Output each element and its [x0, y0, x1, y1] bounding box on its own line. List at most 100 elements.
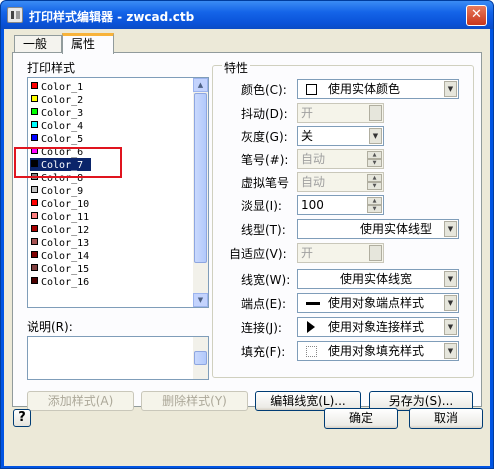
- pen-number-label: 笔号(#):: [241, 153, 289, 167]
- print-style-item[interactable]: Color_9: [30, 184, 83, 197]
- print-style-item[interactable]: Color_5: [30, 132, 83, 145]
- list-scrollbar[interactable]: ▲ ▼: [193, 78, 208, 307]
- line-end-combo[interactable]: 使用对象端点样式 ▼: [297, 293, 459, 313]
- ok-button[interactable]: 确定: [324, 408, 398, 429]
- print-style-item[interactable]: Color_11: [30, 210, 89, 223]
- spin-up-icon[interactable]: ▲: [367, 174, 382, 182]
- color-swatch: [31, 186, 38, 193]
- color-swatch: [31, 108, 38, 115]
- cancel-button[interactable]: 取消: [409, 408, 483, 429]
- scroll-up-button[interactable]: ▲: [193, 78, 208, 92]
- grayscale-combo[interactable]: 关 ▼: [297, 126, 384, 146]
- line-join-label: 连接(J):: [241, 321, 282, 335]
- tab-general[interactable]: 一般: [14, 35, 62, 53]
- color-swatch: [31, 199, 38, 206]
- print-style-item[interactable]: Color_12: [30, 223, 89, 236]
- screening-spinner[interactable]: 100 ▲ ▼: [297, 195, 384, 215]
- description-scrollbar[interactable]: [193, 337, 208, 379]
- chevron-down-icon[interactable]: [369, 245, 382, 261]
- title-bar[interactable]: 打印样式编辑器 - zwcad.ctb ✕: [1, 1, 493, 29]
- scroll-down-button[interactable]: ▼: [193, 293, 208, 307]
- virtual-pen-label: 虚拟笔号: [241, 176, 290, 190]
- print-style-label: Color_1: [41, 82, 84, 93]
- description-label: 说明(R):: [27, 320, 73, 334]
- print-style-list[interactable]: Color_1 Color_2 Color_3 Color_4 Color_5 Color…: [27, 77, 209, 308]
- print-style-label: Color_2: [41, 95, 84, 106]
- print-style-label: Color_11: [41, 212, 90, 223]
- print-styles-label: 打印样式: [27, 61, 76, 75]
- chevron-down-icon[interactable]: [369, 105, 382, 121]
- print-style-item[interactable]: Color_2: [30, 93, 83, 106]
- print-style-label: Color_10: [41, 199, 90, 210]
- chevron-down-icon[interactable]: ▼: [444, 221, 457, 237]
- spin-down-icon[interactable]: ▼: [367, 205, 382, 213]
- chevron-down-icon[interactable]: ▼: [444, 319, 457, 335]
- print-style-item[interactable]: Color_14: [30, 249, 89, 262]
- print-style-item[interactable]: Color_13: [30, 236, 89, 249]
- color-swatch: [31, 225, 38, 232]
- print-style-label: Color_4: [41, 121, 84, 132]
- description-textbox[interactable]: [27, 336, 209, 380]
- delete-style-button[interactable]: 删除样式(Y): [141, 391, 248, 411]
- spin-down-icon[interactable]: ▼: [367, 159, 382, 167]
- print-style-item[interactable]: Color_1: [30, 80, 83, 93]
- fill-sample-icon: [306, 346, 317, 357]
- virtual-pen-spinner[interactable]: 自动 ▲ ▼: [297, 172, 384, 192]
- color-swatch: [31, 238, 38, 245]
- chevron-down-icon[interactable]: ▼: [369, 128, 382, 144]
- fill-combo[interactable]: 使用对象填充样式 ▼: [297, 341, 459, 361]
- lineweight-label: 线宽(W):: [241, 273, 291, 287]
- linetype-combo[interactable]: 使用实体线型 ▼: [297, 219, 459, 239]
- close-button[interactable]: ✕: [466, 5, 487, 26]
- line-join-sample-icon: [307, 321, 315, 333]
- help-button[interactable]: ?: [13, 409, 31, 427]
- print-style-label: Color_5: [41, 134, 84, 145]
- chevron-down-icon[interactable]: ▼: [444, 295, 457, 311]
- linetype-label: 线型(T):: [241, 223, 286, 237]
- spin-up-icon[interactable]: ▲: [367, 151, 382, 159]
- scroll-thumb[interactable]: [194, 93, 207, 263]
- add-style-button[interactable]: 添加样式(A): [27, 391, 134, 411]
- tab-properties[interactable]: 属性: [62, 33, 114, 54]
- window-title: 打印样式编辑器 - zwcad.ctb: [29, 10, 195, 24]
- color-label: 颜色(C):: [241, 83, 287, 97]
- print-style-label: Color_13: [41, 238, 90, 249]
- color-swatch: [31, 264, 38, 271]
- adaptive-label: 自适应(V):: [229, 247, 287, 261]
- color-swatch: [306, 84, 317, 95]
- pen-number-spinner[interactable]: 自动 ▲ ▼: [297, 149, 384, 169]
- dialog-client: 一般 属性 打印样式 Color_1 Color_2 Color_3 Color_4 C…: [4, 29, 490, 466]
- color-swatch: [31, 121, 38, 128]
- lineweight-combo[interactable]: 使用实体线宽 ▼: [297, 269, 459, 289]
- print-style-label: Color_12: [41, 225, 90, 236]
- print-style-label: Color_16: [41, 277, 90, 288]
- color-swatch: [31, 212, 38, 219]
- description-scroll-thumb[interactable]: [194, 351, 207, 365]
- chevron-down-icon[interactable]: ▼: [444, 81, 457, 97]
- print-style-item[interactable]: Color_3: [30, 106, 83, 119]
- color-combo[interactable]: 使用实体颜色 ▼: [297, 79, 459, 99]
- chevron-down-icon[interactable]: ▼: [444, 271, 457, 287]
- print-style-label: Color_14: [41, 251, 90, 262]
- print-style-item[interactable]: Color_4: [30, 119, 83, 132]
- spin-up-icon[interactable]: ▲: [367, 197, 382, 205]
- print-style-item[interactable]: Color_10: [30, 197, 89, 210]
- selection-annotation-box: [14, 147, 122, 178]
- print-style-label: Color_9: [41, 186, 84, 197]
- print-style-label: Color_15: [41, 264, 90, 275]
- screening-label: 淡显(I):: [241, 199, 282, 213]
- print-style-item[interactable]: Color_15: [30, 262, 89, 275]
- properties-label: 特性: [222, 59, 251, 76]
- spin-down-icon[interactable]: ▼: [367, 182, 382, 190]
- line-join-combo[interactable]: 使用对象连接样式 ▼: [297, 317, 459, 337]
- line-end-label: 端点(E):: [241, 297, 286, 311]
- print-style-item[interactable]: Color_16: [30, 275, 89, 288]
- print-style-label: Color_3: [41, 108, 84, 119]
- dither-label: 抖动(D):: [241, 107, 288, 121]
- dither-combo[interactable]: 开: [297, 103, 384, 123]
- adaptive-combo[interactable]: 开: [297, 243, 384, 263]
- chevron-down-icon[interactable]: ▼: [444, 343, 457, 359]
- dialog-window: 打印样式编辑器 - zwcad.ctb ✕ 一般 属性 打印样式 Color_1…: [0, 0, 494, 469]
- fill-label: 填充(F):: [241, 345, 286, 359]
- app-icon: [7, 7, 23, 23]
